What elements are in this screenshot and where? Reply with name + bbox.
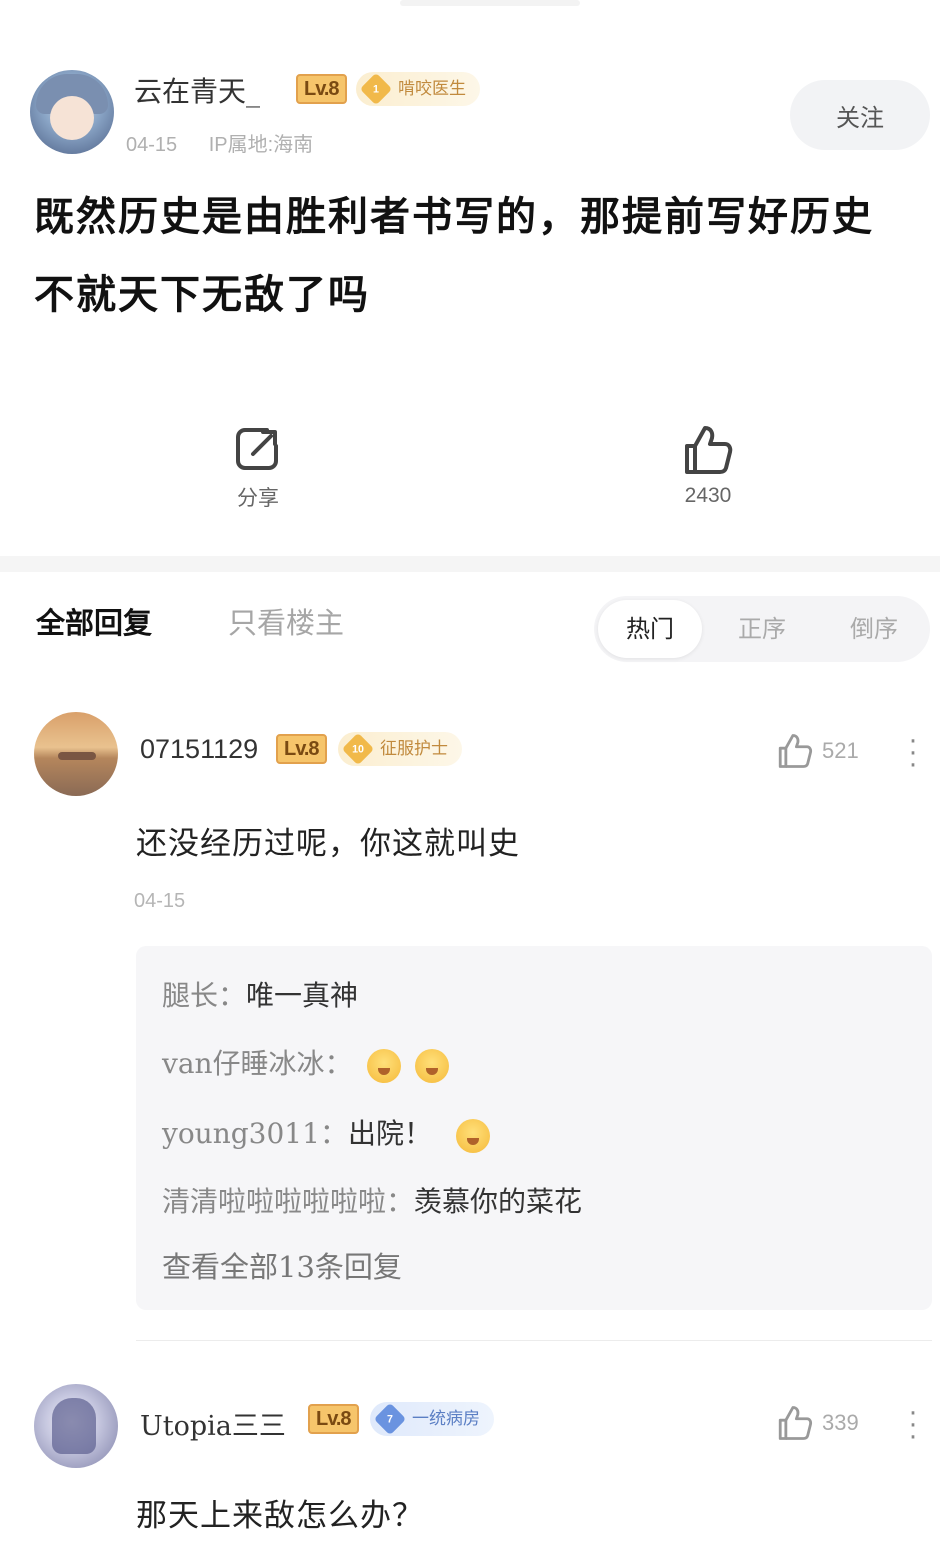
badge-gem-number: 10 [352, 742, 364, 755]
post-ip-location: IP属地:海南 [208, 134, 314, 156]
badge-gem-icon: 7 [373, 1402, 407, 1436]
reply-item: van仔睡冰冰： [162, 1042, 449, 1083]
reply-item: 清清啦啦啦啦啦啦：羡慕你的菜花 [162, 1180, 582, 1220]
post-header: 云在青天_ Lv.8 1 啃咬医生 04-15 IP属地:海南 关注 [30, 66, 930, 162]
grinning-emoji [455, 1118, 490, 1153]
reply-preview-box[interactable]: 腿长：唯一真神 van仔睡冰冰： young3011：出院！ 清清啦啦啦啦啦啦：… [136, 946, 932, 1310]
tab-all-replies[interactable]: 全部回复 [36, 600, 152, 642]
comment-like-count: 521 [822, 738, 859, 763]
badge-gem-number: 7 [387, 1412, 393, 1425]
reply-user[interactable]: young3011： [162, 1117, 348, 1150]
share-button[interactable]: 分享 [198, 424, 318, 512]
thumbs-up-icon [778, 1406, 813, 1440]
commenter-name[interactable]: 07151129 [140, 734, 258, 765]
like-count: 2430 [684, 484, 732, 507]
author-title-text: 啃咬医生 [398, 79, 466, 99]
avatar-horizon [58, 752, 96, 760]
author-title-badge: 1 啃咬医生 [356, 72, 480, 106]
reply-user[interactable]: 清清啦啦啦啦啦啦： [162, 1185, 414, 1218]
thumbs-up-icon [685, 426, 733, 474]
comment-text: 还没经历过呢，你这就叫史 [136, 826, 520, 862]
avatar-figure [52, 1398, 96, 1454]
reply-text: 唯一真神 [246, 979, 359, 1012]
author-level-badge: Lv.8 [296, 74, 347, 104]
reply-text: 羡慕你的菜花 [414, 1185, 583, 1218]
reply-user[interactable]: 腿长： [162, 979, 246, 1012]
commenter-avatar[interactable] [34, 1384, 118, 1468]
post-meta: 04-15 IP属地:海南 [126, 128, 339, 157]
view-all-replies-link[interactable]: 查看全部13条回复 [162, 1244, 402, 1286]
commenter-name[interactable]: Utopia三三 [140, 1404, 286, 1443]
commenter-level-badge: Lv.8 [276, 734, 327, 764]
commenter-avatar[interactable] [34, 712, 118, 796]
commenter-title-badge: 7 一统病房 [370, 1402, 494, 1436]
badge-gem-icon: 1 [359, 72, 393, 106]
avatar-face [50, 96, 94, 140]
author-avatar[interactable] [30, 70, 114, 154]
reply-item: 腿长：唯一真神 [162, 974, 358, 1014]
comment-text: 那天上来敌怎么办？ [136, 1498, 424, 1534]
section-divider [0, 556, 940, 572]
badge-gem-number: 1 [373, 82, 379, 95]
author-name[interactable]: 云在青天_ [134, 70, 260, 110]
more-vertical-icon[interactable]: · · · [898, 729, 928, 779]
share-icon [236, 428, 278, 470]
post-date: 04-15 [126, 134, 178, 156]
sort-toggle: 热门 正序 倒序 [594, 596, 930, 662]
comment-like-count: 339 [822, 1410, 859, 1435]
post-title: 既然历史是由胜利者书写的，那提前写好历史不就天下无敌了吗 [34, 194, 874, 318]
sort-ascending[interactable]: 正序 [710, 600, 814, 658]
grinning-emoji [414, 1048, 449, 1083]
comment-date: 04-15 [134, 890, 186, 912]
thumbs-up-icon [778, 734, 813, 768]
badge-gem-icon: 10 [341, 732, 375, 766]
sort-hot[interactable]: 热门 [598, 600, 702, 658]
grinning-emoji [366, 1048, 401, 1083]
sort-descending[interactable]: 倒序 [822, 600, 926, 658]
commenter-level-badge: Lv.8 [308, 1404, 359, 1434]
commenter-title-text: 一统病房 [412, 1409, 480, 1429]
reply-item: young3011：出院！ [162, 1112, 490, 1153]
share-label: 分享 [237, 487, 279, 510]
more-vertical-icon[interactable]: · · · [898, 1401, 928, 1451]
reply-text: 出院！ [347, 1117, 432, 1150]
commenter-title-text: 征服护士 [380, 739, 448, 759]
reply-user[interactable]: van仔睡冰冰： [162, 1047, 353, 1080]
comment-separator [136, 1340, 932, 1341]
follow-button[interactable]: 关注 [790, 80, 930, 150]
commenter-title-badge: 10 征服护士 [338, 732, 462, 766]
top-scroll-indicator [400, 0, 580, 6]
tab-op-only[interactable]: 只看楼主 [228, 600, 344, 642]
like-button[interactable]: 2430 [648, 424, 768, 508]
